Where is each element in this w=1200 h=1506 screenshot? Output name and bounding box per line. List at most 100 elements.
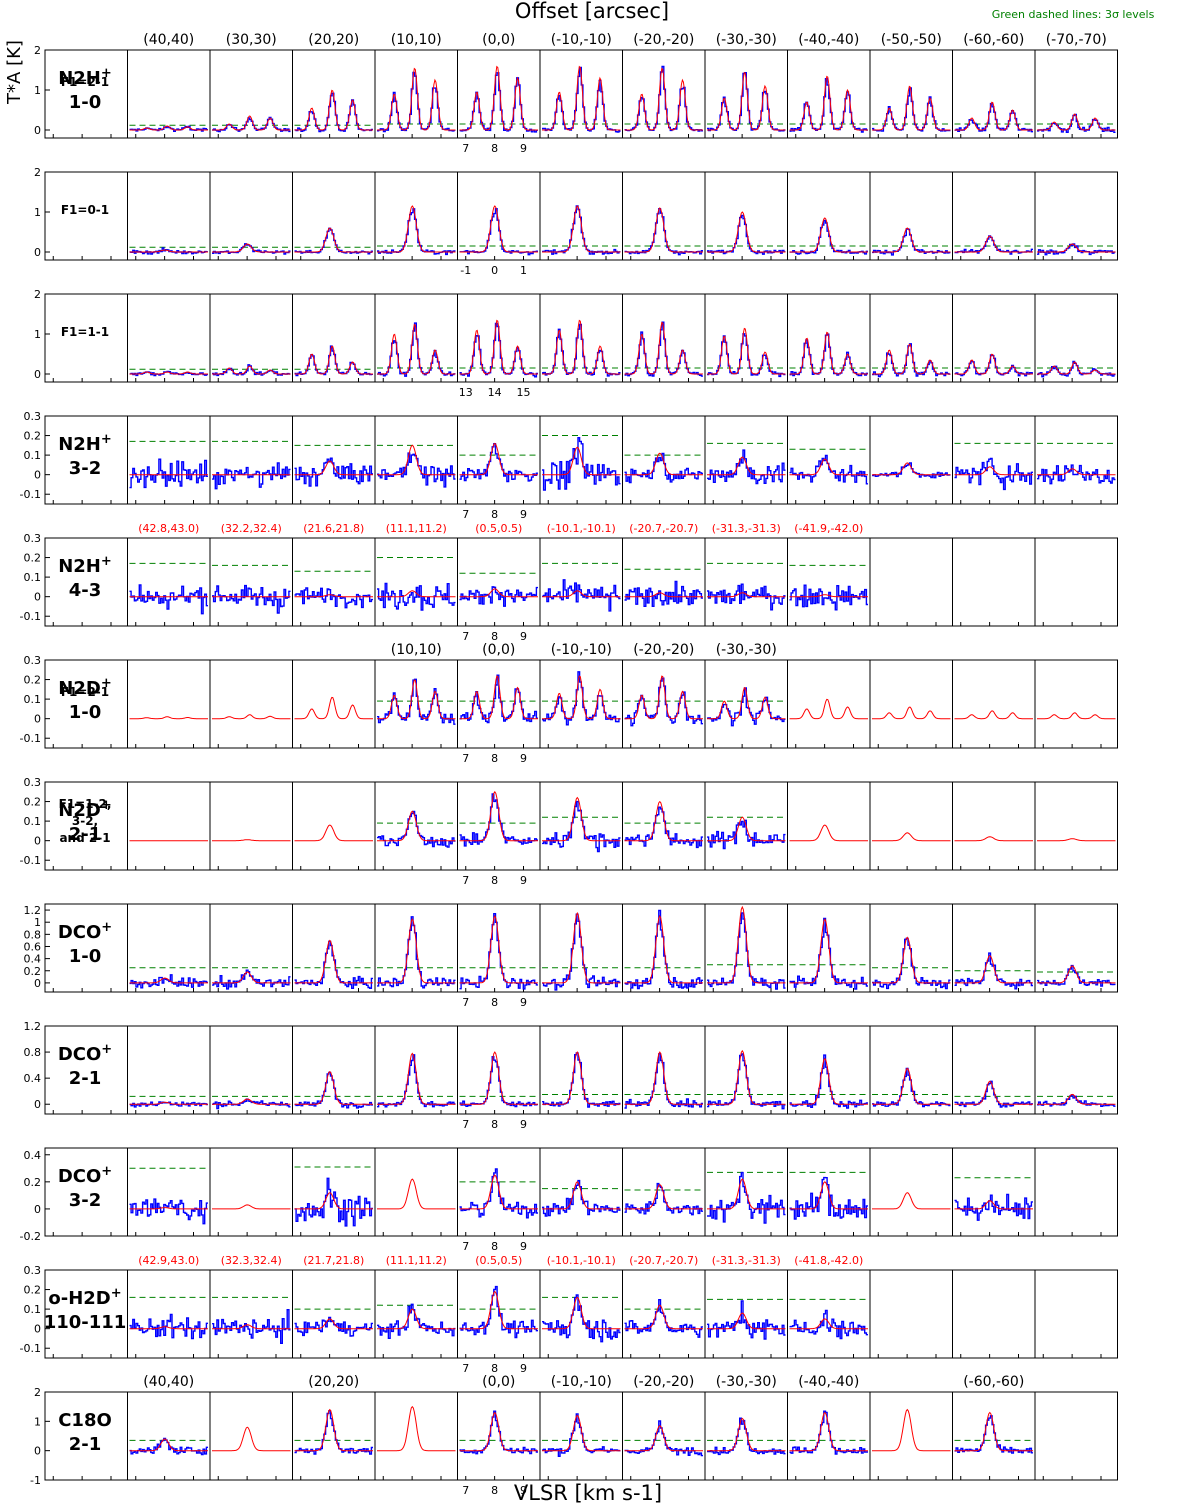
- offset-label: (30,30): [226, 32, 277, 48]
- offset-label: (-50,-50): [881, 32, 942, 48]
- y-tick-label: 0.3: [24, 776, 42, 789]
- y-tick-label: 0.6: [24, 940, 42, 953]
- offset-label: (10,10): [391, 32, 442, 48]
- x-tick-label: 8: [491, 142, 498, 155]
- observed-spectrum: [624, 1299, 703, 1338]
- y-tick-label: -0.1: [20, 732, 41, 745]
- observed-spectrum: [294, 1071, 373, 1109]
- observed-spectrum: [459, 1168, 538, 1219]
- model-spectrum: [789, 918, 868, 984]
- y-tick-label: 0: [34, 1445, 41, 1458]
- transition-label: 2-1: [69, 1068, 102, 1089]
- x-tick-label: 9: [520, 630, 527, 643]
- offset-label: (-31.3,-31.3): [712, 522, 781, 535]
- transition-label: 1-0: [69, 702, 102, 723]
- model-spectrum: [954, 710, 1033, 720]
- x-tick-label: 9: [520, 1118, 527, 1131]
- observed-spectrum: [294, 1316, 373, 1337]
- y-tick-label: 1: [34, 206, 41, 219]
- model-spectrum: [954, 836, 1033, 842]
- x-tick-label: 7: [462, 1362, 469, 1375]
- x-axis-label: VLSR [km s-1]: [514, 1481, 662, 1505]
- observed-spectrum: [954, 1080, 1033, 1108]
- y-tick-label: 0: [34, 977, 41, 990]
- hyperfine-note: F1=0-1: [61, 203, 109, 217]
- model-spectrum: [129, 716, 208, 720]
- spectra-grid-figure: Offset [arcsec] Green dashed lines: 3σ l…: [4, 0, 1155, 1505]
- observed-spectrum: [377, 208, 456, 256]
- y-tick-label: 0.1: [24, 1303, 42, 1316]
- y-tick-label: -1: [30, 1474, 41, 1487]
- x-tick-label: 7: [462, 1240, 469, 1253]
- y-tick-label: 0.2: [24, 674, 42, 687]
- y-tick-label: 0.2: [24, 430, 42, 443]
- x-tick-label: 7: [462, 508, 469, 521]
- model-spectrum: [542, 65, 621, 131]
- row-frame: [44, 171, 1118, 261]
- offset-label: (-41.9,-42.0): [794, 522, 863, 535]
- observed-spectrum: [377, 1303, 456, 1339]
- y-tick-label: 0: [34, 835, 41, 848]
- x-tick-label: 0: [491, 264, 498, 277]
- offset-label: (-10,-10): [551, 32, 612, 48]
- observed-spectrum: [129, 458, 208, 489]
- y-tick-label: 0.2: [24, 965, 42, 978]
- x-tick-label: 8: [491, 752, 498, 765]
- model-spectrum: [294, 345, 373, 375]
- x-tick-label: 8: [491, 874, 498, 887]
- model-spectrum: [789, 698, 868, 720]
- x-tick-label: 9: [520, 1240, 527, 1253]
- x-tick-label: 9: [520, 874, 527, 887]
- x-tick-label: 7: [462, 752, 469, 765]
- x-tick-label: 9: [520, 996, 527, 1009]
- model-spectrum: [789, 331, 868, 375]
- y-tick-label: 0: [34, 1098, 41, 1111]
- transition-label: 1-0: [69, 946, 102, 967]
- offset-label: (-30,-30): [716, 1374, 777, 1390]
- observed-spectrum: [542, 437, 621, 491]
- model-spectrum: [1037, 712, 1116, 720]
- y-tick-label: -0.2: [20, 1230, 41, 1243]
- offset-label: (10,10): [391, 642, 442, 658]
- offset-label: (0,0): [482, 642, 515, 658]
- y-tick-label: 0.3: [24, 410, 42, 423]
- y-tick-label: 0: [34, 1203, 41, 1216]
- offset-label: (42.8,43.0): [138, 522, 199, 535]
- offset-label: (-20,-20): [633, 32, 694, 48]
- y-tick-label: 0.3: [24, 1264, 42, 1277]
- x-tick-label: 13: [459, 386, 473, 399]
- model-spectrum: [377, 1405, 456, 1452]
- observed-spectrum: [624, 452, 703, 484]
- hyperfine-note: F1=1-2,: [59, 797, 112, 811]
- x-tick-label: 1: [520, 264, 527, 277]
- observed-spectrum: [294, 1410, 373, 1455]
- spectrum-row: -0.1 0 0.1 0.2 0.3 N2H+ 3-2 7 8 9: [20, 410, 1118, 521]
- y-tick-label: 1: [34, 916, 41, 929]
- observed-spectrum: [459, 208, 538, 256]
- y-tick-label: 0: [34, 469, 41, 482]
- y-tick-label: 0.4: [24, 1072, 42, 1085]
- model-spectrum: [1037, 838, 1116, 842]
- observed-spectrum: [459, 1410, 538, 1455]
- species-label: N2H+: [58, 432, 112, 455]
- model-spectrum: [542, 911, 621, 984]
- observed-spectrum: [954, 235, 1033, 255]
- transition-label: 3-2: [69, 458, 102, 479]
- y-tick-label: 0: [34, 591, 41, 604]
- observed-spectrum: [129, 974, 208, 989]
- x-tick-label: 9: [520, 508, 527, 521]
- y-tick-label: 0.8: [24, 1046, 42, 1059]
- species-label: o-H2D+: [48, 1286, 121, 1309]
- model-spectrum: [872, 832, 951, 842]
- observed-spectrum: [789, 1054, 868, 1109]
- y-tick-label: 1: [34, 84, 41, 97]
- observed-spectrum: [294, 587, 373, 609]
- observed-spectrum: [459, 913, 538, 990]
- y-tick-label: 2: [34, 166, 41, 179]
- y-tick-label: 0.1: [24, 693, 42, 706]
- observed-spectrum: [294, 940, 373, 989]
- model-spectrum: [212, 115, 291, 131]
- x-tick-label: 8: [491, 1484, 498, 1497]
- spectrum-row: -1 0 1 2 C18O 2-1 (40,40) (20,20) (0,0) (-10,-10)…: [30, 1374, 1118, 1497]
- y-tick-label: 0.2: [24, 796, 42, 809]
